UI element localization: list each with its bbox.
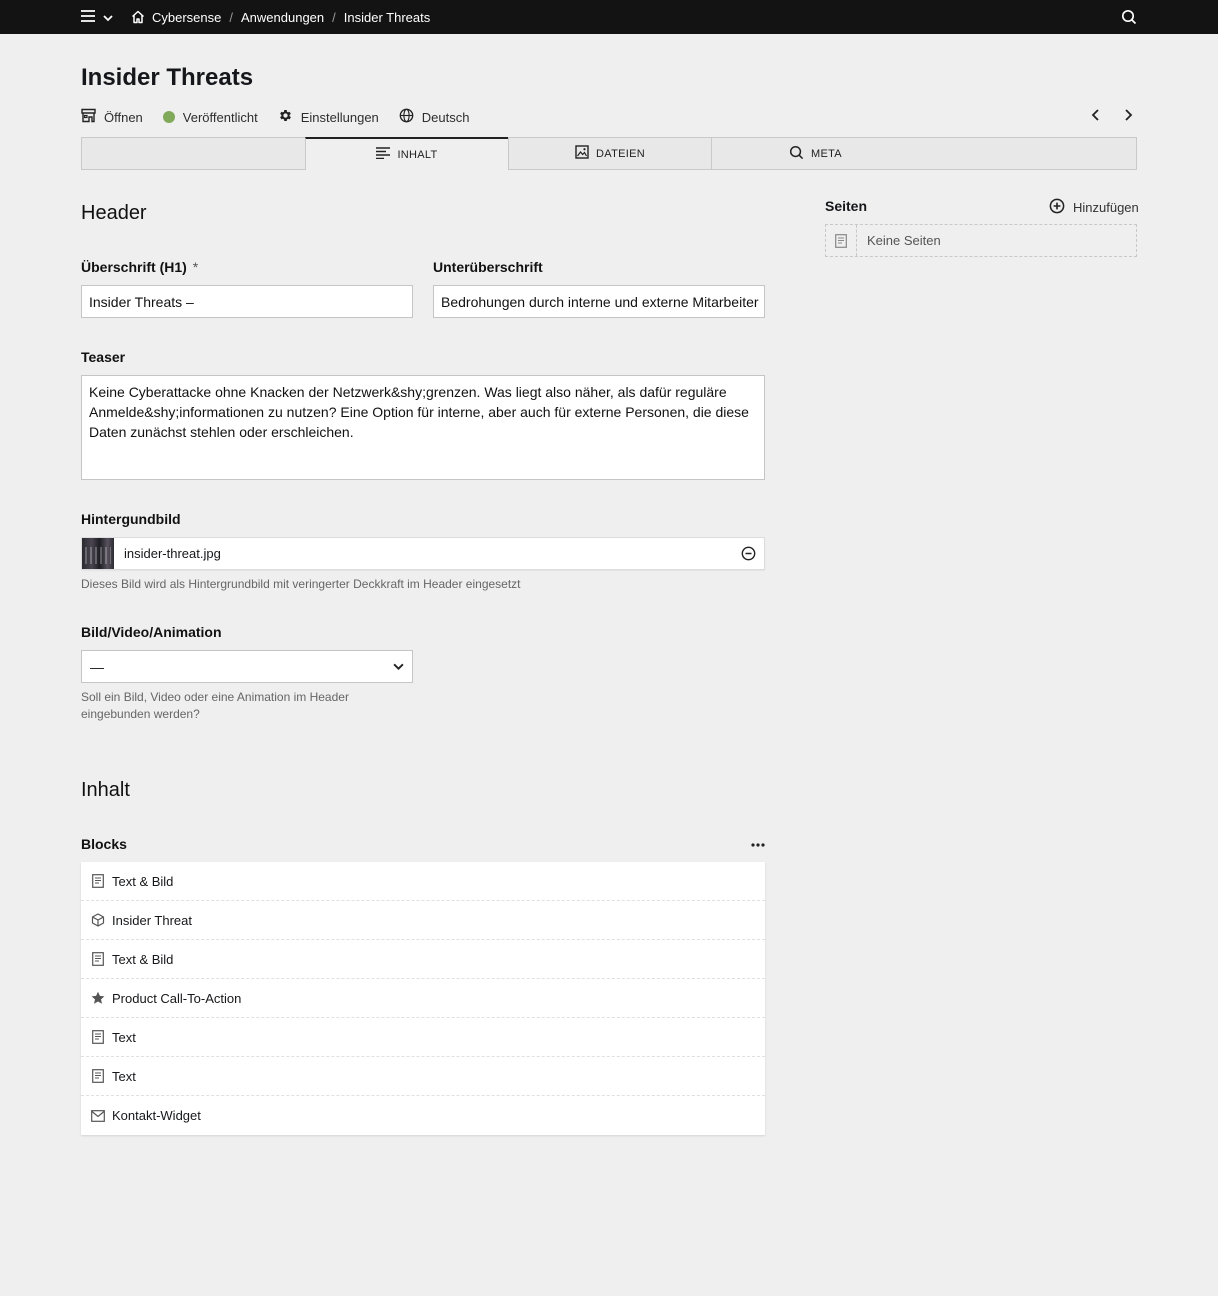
pages-empty-box: Keine Seiten <box>825 224 1137 257</box>
globe-icon <box>399 108 414 126</box>
open-button[interactable]: Öffnen <box>81 108 143 126</box>
tab-inhalt-label: INHALT <box>397 148 438 161</box>
settings-button[interactable]: Einstellungen <box>278 108 379 126</box>
block-label: Product Call-To-Action <box>112 990 242 1006</box>
background-image-hint: Dieses Bild wird als Hintergrundbild mit… <box>81 577 521 591</box>
block-label: Text <box>112 1029 136 1045</box>
list-item[interactable]: Kontakt-Widget <box>81 1096 765 1135</box>
blocks-list: Text & Bild Insider Threat Text & Bild P… <box>81 862 765 1135</box>
search-icon[interactable] <box>1121 9 1137 30</box>
teaser-textarea[interactable]: Keine Cyberattacke ohne Knacken der Netz… <box>81 375 765 480</box>
tab-inhalt[interactable]: INHALT <box>305 137 508 170</box>
h1-label: Überschrift (H1) * <box>81 259 198 275</box>
top-bar: Cybersense / Anwendungen / Insider Threa… <box>0 0 1218 34</box>
search-icon <box>789 145 804 163</box>
list-item[interactable]: Insider Threat <box>81 901 765 940</box>
list-item[interactable]: Product Call-To-Action <box>81 979 765 1018</box>
status-dot <box>162 111 175 123</box>
view-bar: Öffnen Veröffentlicht Einstellungen Deut… <box>81 108 489 126</box>
tab-meta-label: META <box>811 147 842 160</box>
language-label: Deutsch <box>421 109 470 125</box>
more-options-icon[interactable] <box>750 838 766 857</box>
chevron-left-icon[interactable] <box>1091 108 1101 127</box>
tab-dateien-label: DATEIEN <box>596 147 645 160</box>
block-label: Kontakt-Widget <box>112 1108 201 1123</box>
breadcrumb-separator: / <box>229 9 233 25</box>
h1-label-text: Überschrift (H1) <box>81 259 187 275</box>
chevron-down-icon <box>393 659 404 675</box>
tab-meta[interactable]: META <box>711 138 914 169</box>
list-item[interactable]: Text & Bild <box>81 862 765 901</box>
media-hint: Soll ein Bild, Video oder eine Animation… <box>81 690 349 721</box>
tab-dateien[interactable]: DATEIEN <box>508 138 711 169</box>
media-select-value: — <box>90 658 104 675</box>
hamburger-icon <box>81 9 95 28</box>
add-page-label: Hinzufügen <box>1073 200 1139 215</box>
background-image-field[interactable]: insider-threat.jpg <box>81 537 765 570</box>
breadcrumb-item-anwendungen[interactable]: Anwendungen <box>241 10 324 25</box>
list-item[interactable]: Text & Bild <box>81 940 765 979</box>
open-label: Öffnen <box>104 109 143 125</box>
main-menu-button[interactable] <box>81 9 113 28</box>
file-name: insider-threat.jpg <box>124 546 221 561</box>
tab-bar: INHALT DATEIEN META <box>81 137 1137 170</box>
required-marker: * <box>192 259 199 275</box>
list-item[interactable]: Text <box>81 1057 765 1096</box>
breadcrumb-item-cybersense[interactable]: Cybersense <box>152 10 221 25</box>
document-icon <box>826 225 857 256</box>
h1-input[interactable]: Insider Threats – <box>81 285 413 318</box>
gear-icon <box>278 108 293 126</box>
document-icon <box>91 1069 105 1083</box>
chevron-down-icon <box>103 10 113 28</box>
pages-empty-label: Keine Seiten <box>867 233 941 248</box>
breadcrumb-separator: / <box>332 9 336 25</box>
teaser-label: Teaser <box>81 349 126 365</box>
storefront-icon <box>81 108 96 126</box>
blocks-label: Blocks <box>81 836 127 852</box>
add-page-button[interactable]: Hinzufügen <box>1049 198 1139 217</box>
language-button[interactable]: Deutsch <box>399 108 470 126</box>
block-label: Insider Threat <box>112 912 192 928</box>
header-section-title: Header <box>81 202 147 224</box>
breadcrumb: Cybersense / Anwendungen / Insider Threa… <box>131 0 430 34</box>
subheading-input[interactable]: Bedrohungen durch interne und externe Mi… <box>433 285 765 318</box>
settings-label: Einstellungen <box>300 109 379 125</box>
pages-label: Seiten <box>825 198 868 214</box>
status-button[interactable]: Veröffentlicht <box>162 109 258 125</box>
chevron-right-icon[interactable] <box>1123 108 1133 127</box>
text-lines-icon <box>376 147 391 162</box>
document-icon <box>91 1030 105 1044</box>
star-icon <box>91 991 105 1005</box>
remove-circle-icon[interactable] <box>741 546 756 561</box>
cube-icon <box>91 913 105 927</box>
tab-empty <box>82 138 305 169</box>
document-icon <box>91 874 105 888</box>
subheading-label: Unterüberschrift <box>433 259 543 275</box>
document-icon <box>91 952 105 966</box>
block-label: Text <box>112 1068 136 1084</box>
status-label: Veröffentlicht <box>182 109 258 125</box>
envelope-icon <box>91 1109 105 1123</box>
block-label: Text & Bild <box>112 951 174 967</box>
home-icon[interactable] <box>131 10 145 24</box>
breadcrumb-item-current[interactable]: Insider Threats <box>344 10 430 25</box>
content-section-title: Inhalt <box>81 779 130 801</box>
media-select[interactable]: — <box>81 650 413 683</box>
block-label: Text & Bild <box>112 873 174 889</box>
list-item[interactable]: Text <box>81 1018 765 1057</box>
image-thumbnail <box>82 538 114 569</box>
plus-circle-icon <box>1049 198 1065 217</box>
pager <box>1091 108 1133 127</box>
background-image-label: Hintergundbild <box>81 511 181 527</box>
page-title: Insider Threats <box>81 64 254 91</box>
image-icon <box>575 145 589 162</box>
media-label: Bild/Video/Animation <box>81 624 222 640</box>
